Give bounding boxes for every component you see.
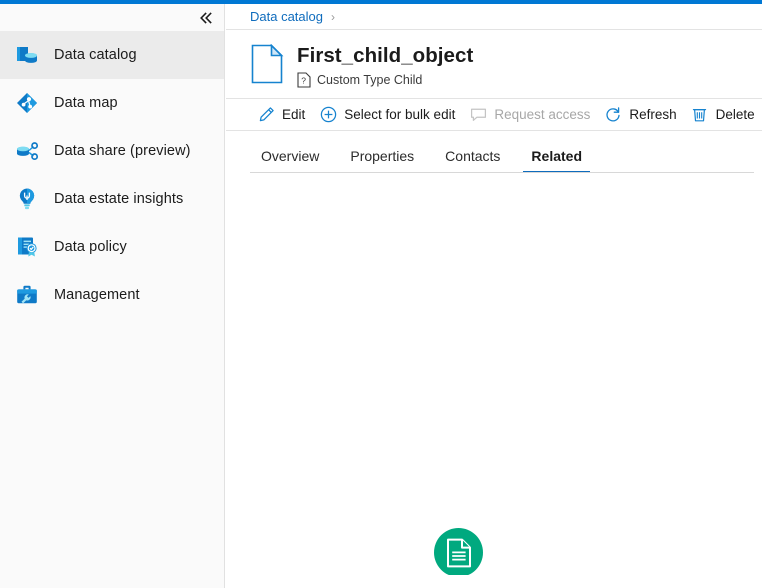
sidebar-item-data-share[interactable]: Data share (preview) [0, 127, 224, 175]
sidebar-item-label: Data estate insights [54, 191, 183, 207]
delete-button[interactable]: Delete [684, 99, 762, 130]
command-label: Refresh [629, 107, 676, 122]
graph-node-custom-type-child[interactable]: custom_type_child [434, 528, 483, 575]
tab-overview[interactable]: Overview [250, 148, 330, 173]
sidebar-nav-list: Data catalog Data map [0, 31, 224, 319]
command-label: Delete [716, 107, 755, 122]
entity-subtitle-row: ? Custom Type Child [297, 72, 473, 88]
related-lineage-graph[interactable]: custom_type_child Parent [226, 173, 762, 575]
tab-label: Properties [350, 148, 414, 164]
document-lines-icon [446, 538, 472, 568]
purview-entity-page: Data catalog Data map [0, 0, 762, 588]
select-for-bulk-edit-button[interactable]: Select for bulk edit [312, 99, 462, 130]
sidebar-item-label: Management [54, 287, 140, 303]
edit-button[interactable]: Edit [250, 99, 312, 130]
sidebar-item-label: Data share (preview) [54, 143, 191, 159]
data-catalog-icon [14, 42, 40, 68]
trash-icon [691, 106, 709, 124]
tab-label: Overview [261, 148, 319, 164]
data-policy-icon [14, 234, 40, 260]
command-label: Edit [282, 107, 305, 122]
sidebar-item-label: Data policy [54, 239, 127, 255]
command-label: Request access [494, 107, 590, 122]
sidebar-item-label: Data map [54, 95, 118, 111]
data-map-icon [14, 90, 40, 116]
briefcase-management-icon [14, 282, 40, 308]
breadcrumb: Data catalog › [226, 4, 762, 30]
comment-icon [469, 106, 487, 124]
command-bar: Edit Select for bulk edit Request a [226, 98, 762, 131]
entity-header: First_child_object ? Custom Type Child [226, 30, 762, 98]
tab-properties[interactable]: Properties [339, 148, 425, 173]
main-content-panel: Data catalog › First_child_object ? [226, 4, 762, 588]
sidebar-header [0, 4, 224, 31]
refresh-button[interactable]: Refresh [597, 99, 683, 130]
document-outline-icon [250, 44, 284, 84]
refresh-icon [604, 106, 622, 124]
command-label: Select for bulk edit [344, 107, 455, 122]
unknown-type-icon: ? [297, 72, 311, 88]
svg-text:?: ? [301, 76, 306, 86]
plus-circle-icon [319, 106, 337, 124]
left-navigation-sidebar: Data catalog Data map [0, 4, 225, 588]
entity-title-group: First_child_object ? Custom Type Child [297, 43, 473, 88]
lightbulb-insights-icon [14, 186, 40, 212]
sidebar-item-data-policy[interactable]: Data policy [0, 223, 224, 271]
chevron-right-icon: › [331, 10, 335, 24]
sidebar-item-management[interactable]: Management [0, 271, 224, 319]
request-access-button: Request access [462, 99, 597, 130]
graph-edges-layer [226, 173, 762, 575]
breadcrumb-item-data-catalog[interactable]: Data catalog [250, 9, 323, 24]
sidebar-item-label: Data catalog [54, 47, 137, 63]
sidebar-item-data-estate-insights[interactable]: Data estate insights [0, 175, 224, 223]
sidebar-item-data-catalog[interactable]: Data catalog [0, 31, 224, 79]
pencil-icon [257, 106, 275, 124]
node-circle [434, 528, 483, 575]
tab-label: Contacts [445, 148, 500, 164]
sidebar-item-data-map[interactable]: Data map [0, 79, 224, 127]
data-share-icon [14, 138, 40, 164]
page-title: First_child_object [297, 44, 473, 68]
entity-tabs: Overview Properties Contacts Related [226, 131, 762, 173]
chevron-double-left-icon[interactable] [194, 7, 218, 29]
tab-label: Related [531, 148, 582, 164]
tab-contacts[interactable]: Contacts [434, 148, 511, 173]
tab-related[interactable]: Related [520, 148, 593, 173]
entity-type-label: Custom Type Child [317, 73, 422, 87]
